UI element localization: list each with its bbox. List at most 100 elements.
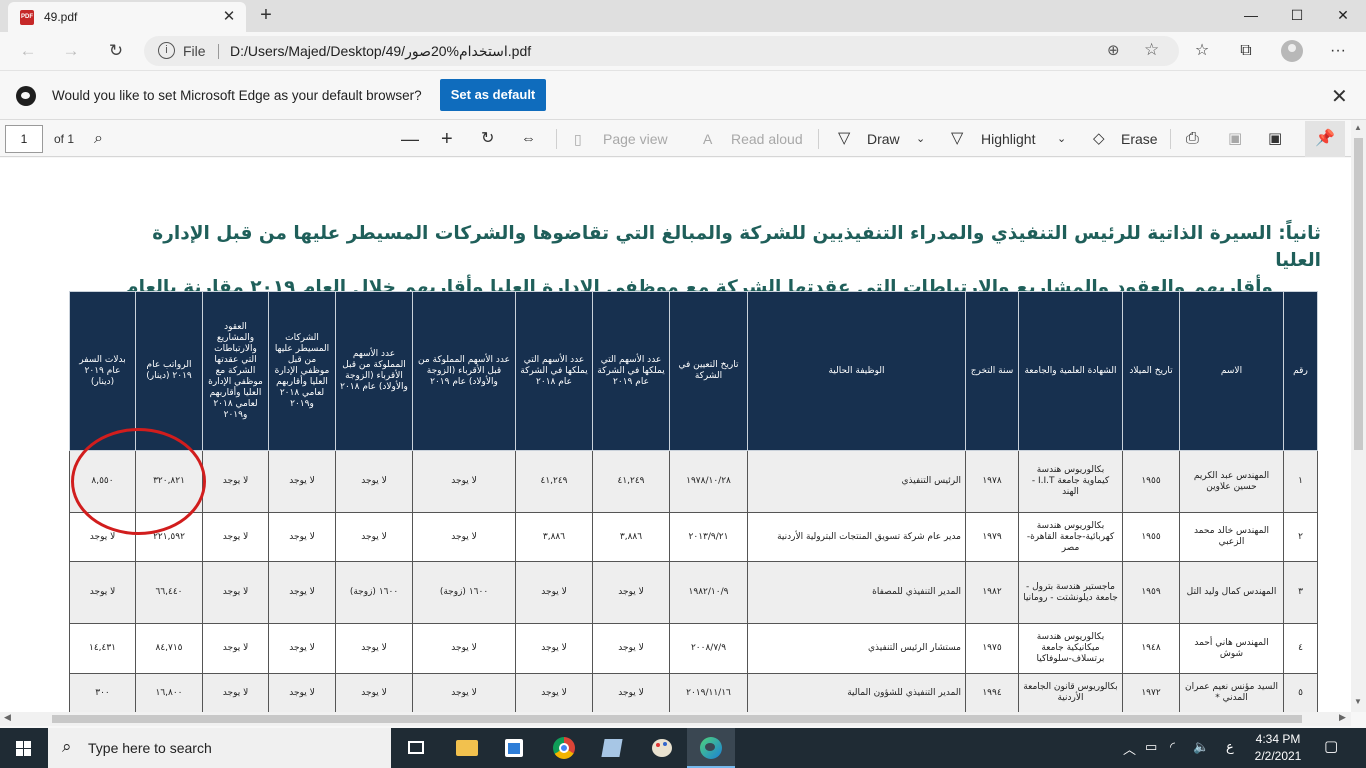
page-view-button[interactable]: Page view [603,128,668,150]
more-options-icon[interactable]: ··· [1325,40,1351,62]
battery-icon[interactable]: ▭ [1145,739,1157,755]
zoom-icon[interactable]: ⊕ [1107,41,1120,59]
chrome-icon[interactable] [540,728,588,768]
profile-avatar[interactable] [1281,40,1303,62]
rotate-icon[interactable]: ↻ [481,128,494,150]
erase-button[interactable]: Erase [1121,128,1158,150]
page-view-icon[interactable]: ▯ [574,128,582,150]
taskbar-search-box[interactable]: ⌕ Type here to search [48,728,391,768]
highlight-chevron-down-icon[interactable]: ⌄ [1057,128,1066,150]
taskbar-clock[interactable]: 4:34 PM 2/2/2021 [1248,731,1308,765]
table-cell: بكالوريوس هندسة كيماوية جامعة I.I.T - ال… [1018,450,1123,513]
notifications-icon[interactable]: ▢ [1324,737,1338,755]
draw-chevron-down-icon[interactable]: ⌄ [916,128,925,150]
read-aloud-icon[interactable]: A [703,128,712,150]
highlight-button[interactable]: Highlight [981,128,1035,150]
table-cell: لا يوجد [412,512,516,562]
highlight-icon[interactable]: ▽ [951,128,963,150]
url-text[interactable]: D:/Users/Majed/Desktop/49/استخدام%20صور.… [230,43,531,60]
close-tab-icon[interactable]: ✕ [218,6,240,28]
paint-icon[interactable] [638,728,686,768]
save-icon[interactable]: ▣ [1228,128,1242,150]
table-cell: ٨٤,٧١٥ [135,623,203,674]
favorites-icon[interactable]: ☆ [1189,40,1215,62]
scroll-up-arrow-icon[interactable]: ▲ [1354,123,1362,132]
file-explorer-icon[interactable] [442,728,490,768]
banner-close-icon[interactable]: ✕ [1331,84,1348,109]
windows-start-icon[interactable] [0,728,48,768]
table-cell: ١٩٥٥ [1122,512,1180,562]
collections-icon[interactable]: ⧉ [1233,40,1259,62]
clock-time: 4:34 PM [1255,732,1301,746]
draw-icon[interactable]: ▽ [838,128,850,150]
close-window-button[interactable]: ✕ [1320,0,1366,32]
table-cell: ماجستير هندسة بترول - جامعة ديلونشتت - ر… [1018,561,1123,624]
vertical-scroll-thumb[interactable] [1354,138,1363,450]
pdf-document-page: ثانياً: السيرة الذاتية للرئيس التنفيذي و… [0,158,1351,712]
executives-table: رقم الاسم تاريخ الميلاد الشهادة العلمية … [69,291,1318,712]
wifi-icon[interactable]: ◜ [1170,739,1175,755]
table-cell: لا يوجد [515,673,593,712]
table-cell: الرئيس التنفيذي [747,450,966,513]
scroll-left-arrow-icon[interactable]: ◀ [4,712,11,723]
table-cell: لا يوجد [592,623,670,674]
eraser-icon[interactable]: ◇ [1093,128,1105,150]
new-tab-button[interactable]: + [255,4,277,26]
table-cell: لا يوجد [412,450,516,513]
table-cell: المهندس خالد محمد الزعبي [1179,512,1284,562]
search-icon[interactable]: ⌕ [94,128,103,150]
table-header-cell: تاريخ التعيين في الشركة [669,291,748,451]
info-icon[interactable]: i [158,42,175,59]
table-cell: ٢٠٠٨/٧/٩ [669,623,748,674]
table-row: ٤ المهندس هاني أحمد شوش ١٩٤٨ بكالوريوس هندس… [69,623,1318,674]
taskbar-search-placeholder: Type here to search [88,740,212,756]
scroll-right-arrow-icon[interactable]: ▶ [1339,712,1346,723]
fit-to-page-icon[interactable]: ⇔ [521,128,536,150]
table-cell: ١٩٩٤ [965,673,1019,712]
table-cell: ٢٠١٩/١١/١٦ [669,673,748,712]
print-icon[interactable]: ⎙ [1186,128,1199,150]
volume-icon[interactable]: 🔈 [1193,739,1209,755]
vertical-scrollbar[interactable]: ▲ ▼ [1351,120,1366,712]
table-cell: ٣ [1283,561,1318,624]
horizontal-scrollbar[interactable]: ◀ ▶ [0,712,1351,726]
read-aloud-button[interactable]: Read aloud [731,128,803,150]
clock-date: 2/2/2021 [1254,749,1302,763]
refresh-icon[interactable]: ↻ [102,38,130,64]
table-header-cell: الرواتب عام ٢٠١٩ (دينار) [135,291,203,451]
app-icon[interactable] [588,728,636,768]
page-number-input[interactable]: 1 [5,125,43,153]
set-as-default-button[interactable]: Set as default [440,79,546,111]
table-cell: لا يوجد [268,561,336,624]
draw-button[interactable]: Draw [867,128,900,150]
table-cell: لا يوجد [335,512,413,562]
save-as-icon[interactable]: ▣ [1268,128,1282,150]
zoom-in-icon[interactable]: + [441,128,453,150]
store-icon[interactable] [490,728,538,768]
navigation-bar: ← → ↻ i File D:/Users/Majed/Desktop/49/ا… [0,32,1366,70]
add-favorite-icon[interactable]: ☆ [1144,40,1159,60]
zoom-out-icon[interactable]: — [401,128,419,150]
input-language-indicator[interactable]: ع [1226,739,1234,755]
file-scheme-label: File [183,43,206,59]
toolbar-separator [818,129,819,149]
table-cell: لا يوجد [69,512,136,562]
pin-toolbar-icon[interactable]: 📌 [1305,121,1345,157]
table-cell: بكالوريوس قانون الجامعة الأردنية [1018,673,1123,712]
maximize-button[interactable]: ☐ [1274,0,1320,32]
back-arrow-icon[interactable]: ← [14,38,42,64]
edge-taskbar-icon[interactable] [687,728,735,768]
minimize-button[interactable]: — [1228,0,1274,32]
table-cell: بكالوريوس هندسة ميكانيكية جامعة برتسلاف-… [1018,623,1123,674]
forward-arrow-icon[interactable]: → [57,38,85,64]
scroll-down-arrow-icon[interactable]: ▼ [1354,697,1362,706]
table-cell: المدير التنفيذي للمصفاة [747,561,966,624]
table-cell: لا يوجد [412,623,516,674]
browser-tab[interactable]: PDF 49.pdf ✕ [8,2,246,32]
task-view-icon[interactable] [392,728,440,768]
horizontal-scroll-thumb[interactable] [52,715,1302,723]
table-cell: ١ [1283,450,1318,513]
table-cell: ١٩٧٥ [965,623,1019,674]
show-hidden-icons-chevron-icon[interactable]: ︿ [1123,739,1136,758]
address-bar[interactable]: i File D:/Users/Majed/Desktop/49/استخدام… [144,36,1179,66]
